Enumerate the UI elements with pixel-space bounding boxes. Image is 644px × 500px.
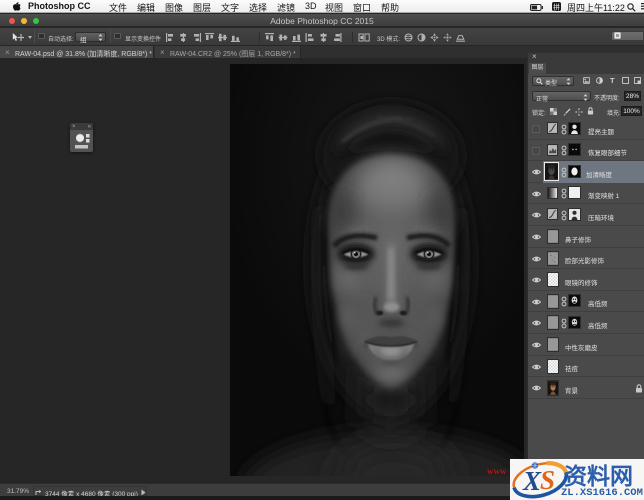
svg-text:拼: 拼 [553,2,560,11]
svg-text:S: S [540,465,555,495]
svg-text:X: X [522,466,542,496]
svg-text:资料网: 资料网 [564,463,633,489]
svg-text:ZL.XS1616.COM: ZL.XS1616.COM [561,487,643,499]
